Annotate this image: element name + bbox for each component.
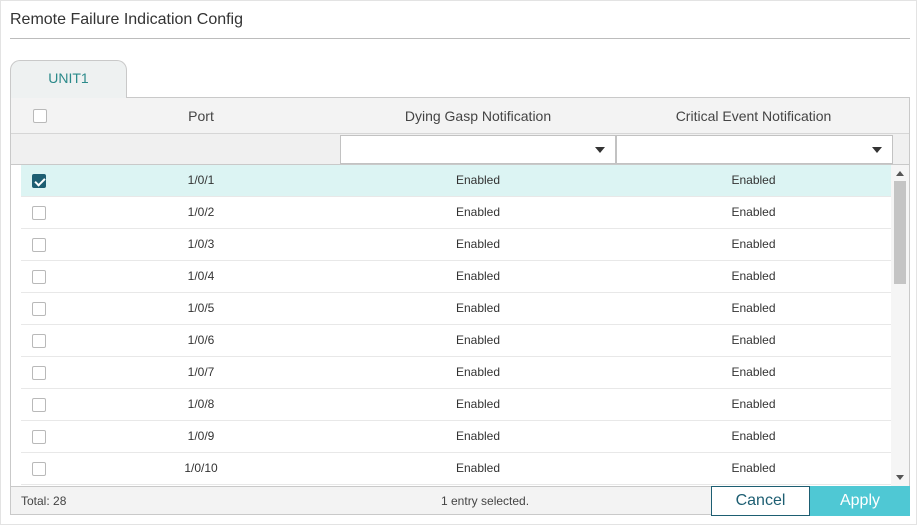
scrollbar-thumb[interactable] xyxy=(894,181,906,284)
table-row[interactable]: 1/0/1 Enabled Enabled xyxy=(21,165,891,197)
critical-event-cell: Enabled xyxy=(731,429,776,443)
critical-event-cell: Enabled xyxy=(731,365,776,379)
dying-gasp-cell: Enabled xyxy=(455,205,501,219)
port-cell: 1/0/2 xyxy=(187,205,215,219)
column-header-critical-event: Critical Event Notification xyxy=(675,108,832,124)
port-cell: 1/0/6 xyxy=(187,333,215,347)
dying-gasp-cell: Enabled xyxy=(455,429,501,443)
row-checkbox[interactable] xyxy=(32,462,46,476)
port-cell: 1/0/7 xyxy=(187,365,215,379)
table-header: Port Dying Gasp Notification Critical Ev… xyxy=(11,98,909,134)
total-count: Total: 28 xyxy=(21,494,67,508)
tab-unit1[interactable]: UNIT1 xyxy=(10,60,127,98)
critical-event-cell: Enabled xyxy=(731,301,776,315)
row-checkbox[interactable] xyxy=(32,398,46,412)
row-checkbox[interactable] xyxy=(32,366,46,380)
title-divider xyxy=(10,38,910,39)
port-cell: 1/0/1 xyxy=(187,173,215,187)
port-cell: 1/0/9 xyxy=(187,429,215,443)
port-cell: 1/0/8 xyxy=(187,397,215,411)
dying-gasp-cell: Enabled xyxy=(455,397,501,411)
port-cell: 1/0/4 xyxy=(187,269,215,283)
row-checkbox[interactable] xyxy=(32,270,46,284)
scroll-down-arrow-icon[interactable] xyxy=(896,475,904,480)
table-row[interactable]: 1/0/4 Enabled Enabled xyxy=(21,261,891,293)
apply-button[interactable]: Apply xyxy=(810,486,910,516)
column-header-dying-gasp: Dying Gasp Notification xyxy=(404,108,552,124)
critical-event-cell: Enabled xyxy=(731,237,776,251)
scroll-up-arrow-icon[interactable] xyxy=(896,171,904,176)
port-table: Port Dying Gasp Notification Critical Ev… xyxy=(10,97,910,516)
critical-event-cell: Enabled xyxy=(731,173,776,187)
table-row[interactable]: 1/0/5 Enabled Enabled xyxy=(21,293,891,325)
table-body: 1/0/1 Enabled Enabled 1/0/2 Enabled Enabled 1/… xyxy=(11,165,891,486)
dying-gasp-cell: Enabled xyxy=(455,365,501,379)
dying-gasp-cell: Enabled xyxy=(455,301,501,315)
cancel-button[interactable]: Cancel xyxy=(711,486,810,516)
row-checkbox[interactable] xyxy=(32,430,46,444)
port-cell: 1/0/3 xyxy=(187,237,215,251)
row-checkbox[interactable] xyxy=(32,174,46,188)
table-row[interactable]: 1/0/3 Enabled Enabled xyxy=(21,229,891,261)
row-checkbox[interactable] xyxy=(32,238,46,252)
critical-event-filter-select[interactable] xyxy=(616,135,893,164)
table-row[interactable]: 1/0/2 Enabled Enabled xyxy=(21,197,891,229)
dying-gasp-filter-select[interactable] xyxy=(340,135,616,164)
vertical-scrollbar[interactable] xyxy=(891,165,909,486)
row-checkbox[interactable] xyxy=(32,334,46,348)
port-cell: 1/0/10 xyxy=(184,461,218,475)
config-panel: Remote Failure Indication Config UNIT1 P… xyxy=(0,0,917,525)
table-row[interactable]: 1/0/10 Enabled Enabled xyxy=(21,453,891,485)
dying-gasp-cell: Enabled xyxy=(455,333,501,347)
panel-title: Remote Failure Indication Config xyxy=(10,11,244,28)
table-footer: Total: 28 1 entry selected. Cancel Apply xyxy=(11,486,910,516)
row-checkbox[interactable] xyxy=(32,302,46,316)
port-cell: 1/0/5 xyxy=(187,301,215,315)
select-all-checkbox[interactable] xyxy=(33,109,47,123)
table-row[interactable]: 1/0/9 Enabled Enabled xyxy=(21,421,891,453)
filter-row xyxy=(11,134,909,165)
caret-down-icon xyxy=(595,147,605,153)
critical-event-cell: Enabled xyxy=(731,269,776,283)
table-row[interactable]: 1/0/8 Enabled Enabled xyxy=(21,389,891,421)
critical-event-cell: Enabled xyxy=(731,397,776,411)
column-header-port: Port xyxy=(188,108,214,124)
row-checkbox[interactable] xyxy=(32,206,46,220)
critical-event-cell: Enabled xyxy=(731,205,776,219)
table-row[interactable]: 1/0/7 Enabled Enabled xyxy=(21,357,891,389)
critical-event-cell: Enabled xyxy=(731,333,776,347)
critical-event-cell: Enabled xyxy=(731,461,776,475)
caret-down-icon xyxy=(872,147,882,153)
dying-gasp-cell: Enabled xyxy=(455,173,501,187)
dying-gasp-cell: Enabled xyxy=(455,269,501,283)
dying-gasp-cell: Enabled xyxy=(455,237,501,251)
table-row[interactable]: 1/0/6 Enabled Enabled xyxy=(21,325,891,357)
dying-gasp-cell: Enabled xyxy=(455,461,501,475)
selection-status: 1 entry selected. xyxy=(441,494,530,508)
